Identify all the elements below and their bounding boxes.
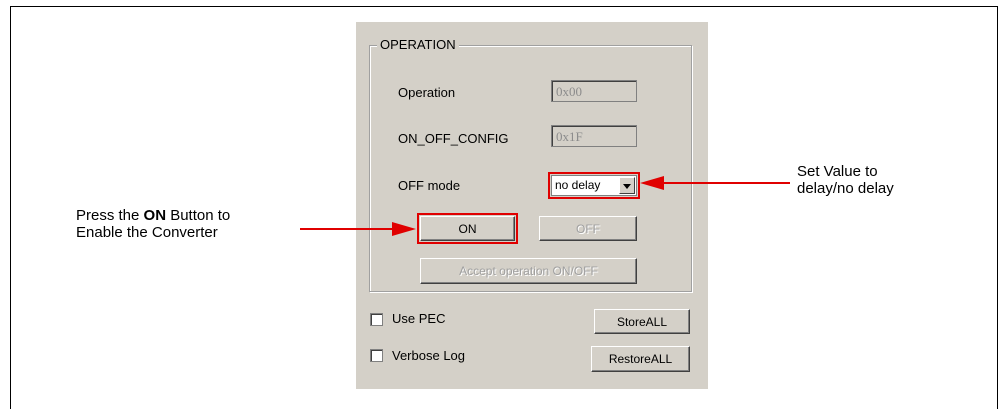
- left-arrow-head: [392, 222, 416, 236]
- right-arrow-head: [640, 176, 664, 190]
- callout-arrows: [300, 176, 790, 236]
